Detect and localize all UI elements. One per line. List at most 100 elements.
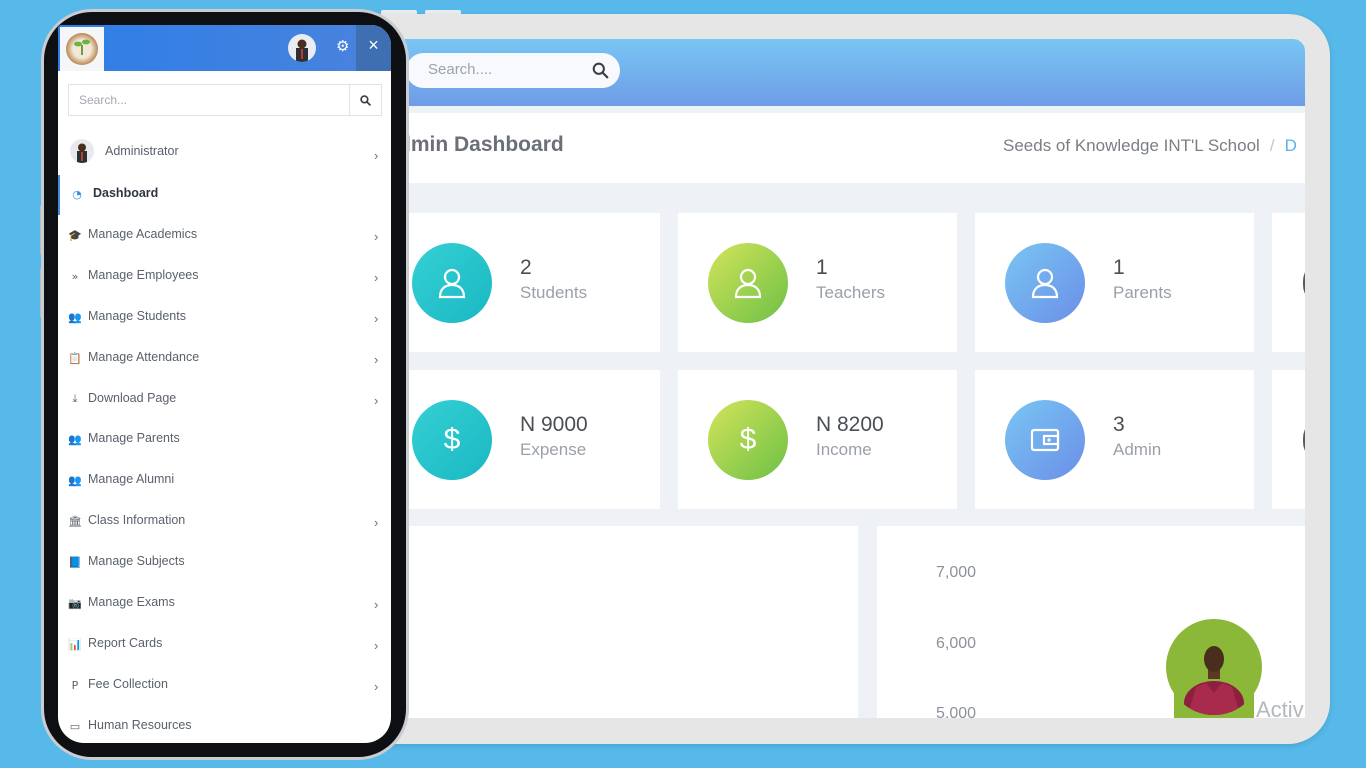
user-avatar[interactable] (288, 34, 316, 62)
book-icon: 📘 (68, 555, 82, 569)
user-icon (412, 243, 492, 323)
dollar-icon: $ (708, 400, 788, 480)
sidebar-item-manage-subjects[interactable]: 📘 Manage Subjects (58, 543, 391, 583)
clipboard-icon: 📋 (68, 351, 82, 365)
sidebar-item-manage-employees[interactable]: » Manage Employees › (58, 257, 391, 297)
sidebar-item-label: Class Information (88, 513, 186, 527)
close-sidebar-button[interactable]: × (356, 25, 391, 71)
download-icon: ⤓ (72, 392, 78, 405)
chevron-right-icon: › (374, 270, 379, 285)
stat-card-income[interactable]: $ N 8200 Income (678, 370, 957, 509)
school-logo[interactable] (60, 27, 104, 71)
stat-label: Expense (520, 440, 587, 459)
search-button[interactable] (349, 85, 381, 115)
chat-widget-avatar[interactable] (1166, 619, 1262, 715)
search-input[interactable]: Search.... (428, 61, 492, 78)
chevron-right-icon: › (374, 597, 379, 612)
sidebar-item-label: Human Resources (88, 718, 192, 732)
sidebar-item-label: Manage Subjects (88, 554, 185, 568)
chevron-right-icon: › (374, 229, 379, 244)
sidebar-item-manage-students[interactable]: 👥 Manage Students › (58, 298, 391, 338)
user-icon (1005, 243, 1085, 323)
sidebar-header: ⚙ × (58, 25, 391, 71)
stat-label: Admin (1113, 440, 1162, 459)
sidebar-search[interactable]: Search... (68, 84, 382, 116)
partial-circle-icon (1303, 261, 1305, 305)
sidebar-item-fee-collection[interactable]: P Fee Collection › (58, 666, 391, 706)
sidebar-item-label: Manage Exams (88, 595, 175, 609)
sidebar-item-label: Manage Employees (88, 268, 199, 282)
sidebar-item-label: Manage Parents (88, 431, 180, 445)
graduation-cap-icon: 🎓 (68, 228, 82, 242)
breadcrumb-separator: / (1269, 136, 1275, 155)
chevron-right-icon: › (374, 148, 379, 163)
stat-label: Parents (1113, 283, 1172, 302)
top-navbar: Search.... (405, 39, 1305, 106)
stat-value: N 8200 (816, 413, 884, 436)
sidebar-item-label: Manage Attendance (88, 350, 200, 364)
sidebar-user-administrator[interactable]: Administrator › (58, 133, 391, 173)
chevron-right-icon: › (374, 311, 379, 326)
sidebar-item-manage-exams[interactable]: 📷 Manage Exams › (58, 584, 391, 624)
partial-circle-icon (1303, 418, 1305, 462)
sidebar-item-manage-attendance[interactable]: 📋 Manage Attendance › (58, 339, 391, 379)
y-tick-label: 7,000 (936, 564, 977, 581)
stat-card-admin[interactable]: 3 Admin (975, 370, 1254, 509)
stat-card-parents[interactable]: 1 Parents (975, 213, 1254, 352)
chevron-right-icon: › (374, 679, 379, 694)
sidebar-item-dashboard[interactable]: ◔ Dashboard (58, 175, 391, 215)
page-header: lmin Dashboard Seeds of Knowledge INT'L … (405, 113, 1305, 183)
users-icon: 👥 (68, 310, 82, 324)
logo-icon (66, 33, 98, 65)
chevron-right-icon: › (374, 393, 379, 408)
sidebar-item-label: Fee Collection (88, 677, 168, 691)
search-bar[interactable]: Search.... (406, 53, 620, 88)
admin-avatar (70, 139, 94, 163)
sidebar-user-name: Administrator (105, 144, 179, 158)
sidebar-item-human-resources[interactable]: ▭ Human Resources (58, 707, 391, 743)
stat-card-students[interactable]: 2 Students (405, 213, 660, 352)
breadcrumb-current[interactable]: D (1285, 136, 1297, 155)
sidebar-item-manage-academics[interactable]: 🎓 Manage Academics › (58, 216, 391, 256)
sidebar-item-label: Report Cards (88, 636, 163, 650)
stat-card-expense[interactable]: $ N 9000 Expense (405, 370, 660, 509)
stat-value: 3 (1113, 413, 1125, 436)
y-tick-label: 5,000 (936, 705, 977, 718)
sidebar-item-download-page[interactable]: ⤓ Download Page › (58, 380, 391, 420)
sidebar-item-report-cards[interactable]: 📊 Report Cards › (58, 625, 391, 665)
sidebar-item-label: Manage Alumni (88, 472, 175, 486)
dashboard-icon: ◔ (72, 187, 82, 201)
double-chevron-icon: » (71, 269, 79, 283)
institution-icon: 🏛 (68, 514, 82, 528)
y-tick-label: 6,000 (936, 635, 977, 652)
stat-card-partial[interactable] (1272, 213, 1305, 352)
left-panel (405, 526, 858, 718)
credit-card-icon: ▭ (69, 719, 81, 733)
sidebar-item-manage-parents[interactable]: 👥 Manage Parents (58, 420, 391, 460)
breadcrumb: Seeds of Knowledge INT'L School / D (1003, 136, 1297, 156)
camera-icon: 📷 (68, 596, 82, 610)
stat-label: Teachers (816, 283, 885, 302)
dashboard-screen: Search.... lmin Dashboard Seeds of Knowl… (405, 39, 1305, 718)
user-icon (708, 243, 788, 323)
active-indicator (58, 175, 60, 215)
stat-value: N 9000 (520, 413, 588, 436)
stat-card-partial[interactable] (1272, 370, 1305, 509)
paypal-icon: P (71, 678, 79, 692)
sidebar-item-manage-alumni[interactable]: 👥 Manage Alumni (58, 461, 391, 501)
mobile-sidebar: ⚙ × Search... Administrator › ◔ Dashboard… (58, 25, 391, 743)
stat-label: Income (816, 440, 872, 459)
chevron-right-icon: › (374, 352, 379, 367)
activation-watermark: Activ (1256, 697, 1304, 718)
bar-chart-icon: 📊 (68, 637, 82, 651)
breadcrumb-school[interactable]: Seeds of Knowledge INT'L School (1003, 136, 1260, 155)
stat-value: 1 (1113, 256, 1125, 279)
stat-card-teachers[interactable]: 1 Teachers (678, 213, 957, 352)
sidebar-item-label: Dashboard (93, 186, 159, 200)
search-icon[interactable] (592, 62, 609, 79)
gear-icon[interactable]: ⚙ (336, 37, 349, 55)
sidebar-search-input[interactable]: Search... (79, 93, 127, 107)
users-icon: 👥 (68, 432, 82, 446)
sidebar-item-class-information[interactable]: 🏛 Class Information › (58, 502, 391, 542)
stat-value: 1 (816, 256, 828, 279)
